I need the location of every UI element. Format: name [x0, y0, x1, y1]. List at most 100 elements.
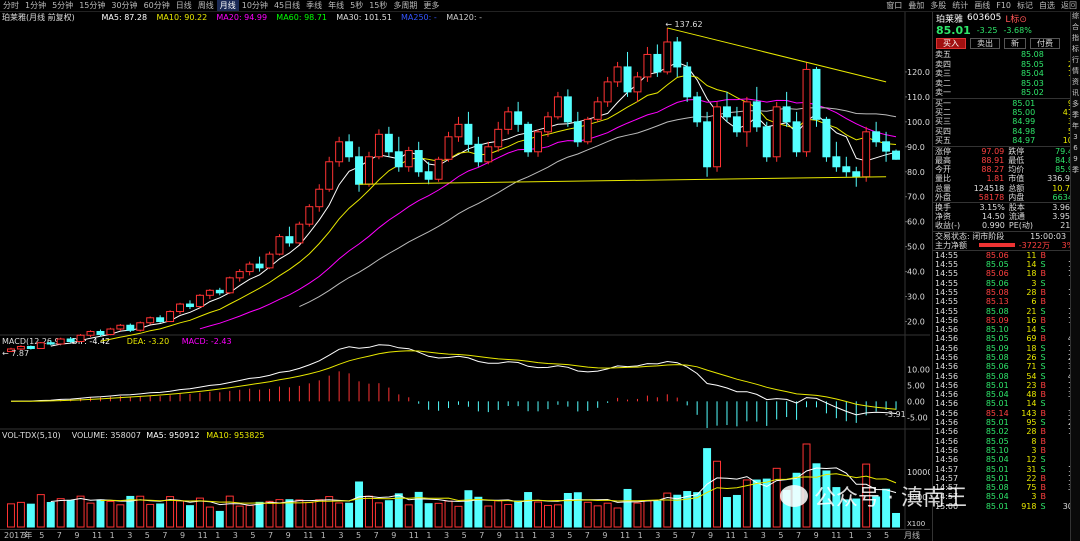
- volume-bar: [534, 501, 543, 528]
- candle-body: [693, 96, 702, 123]
- kline-svg[interactable]: 珀莱雅(月线 前复权) MA5: 87.28 MA10: 90.22 MA20: 94…: [0, 12, 930, 529]
- side-tab-6[interactable]: 资: [1071, 78, 1080, 89]
- toolbar-item-4[interactable]: 画线: [971, 0, 993, 11]
- kline-chart[interactable]: 珀莱雅(月线 前复权) MA5: 87.28 MA10: 90.22 MA20: 94…: [0, 12, 930, 529]
- x-tick-label: 1: [743, 531, 749, 540]
- candle-body: [295, 223, 304, 244]
- vol-legend-item: VOLUME: 358007: [72, 431, 141, 440]
- period-tab-12[interactable]: 年线: [325, 0, 347, 11]
- tick-price: 85.04: [985, 492, 1009, 502]
- period-tab-7[interactable]: 周线: [195, 0, 217, 11]
- side-tab-7[interactable]: 讯: [1071, 89, 1080, 100]
- toolbar-item-3[interactable]: 统计: [949, 0, 971, 11]
- side-tab-11[interactable]: 3: [1071, 133, 1080, 144]
- side-tab-2[interactable]: 指: [1071, 34, 1080, 45]
- stock-code: 603605: [967, 13, 1002, 23]
- x-tick-label: 5: [250, 531, 256, 540]
- volume-bar: [464, 490, 473, 528]
- bid-price: 85.00: [1012, 107, 1036, 117]
- side-tab-0[interactable]: 综: [1071, 12, 1080, 23]
- tick-price: 85.10: [985, 445, 1009, 455]
- side-tab-9[interactable]: 季: [1071, 111, 1080, 122]
- tick-list[interactable]: 14:5585.0611B814:5585.0514S1414:5585.061…: [933, 249, 1080, 511]
- trade-button-0[interactable]: 买入: [936, 38, 966, 49]
- stat-value: 58178: [978, 192, 1005, 202]
- side-tab-1[interactable]: 合: [1071, 23, 1080, 34]
- candle-body: [583, 118, 592, 143]
- period-tab-1[interactable]: 1分钟: [22, 0, 49, 11]
- volume-bar: [106, 500, 115, 528]
- trade-button-2[interactable]: 新: [1004, 38, 1026, 49]
- volume-bar: [136, 495, 145, 528]
- vol-unit-label: X100: [907, 520, 925, 528]
- period-tab-14[interactable]: 15秒: [366, 0, 390, 11]
- volume-bar: [335, 502, 344, 528]
- trade-button-1[interactable]: 卖出: [970, 38, 1000, 49]
- candle-body: [563, 96, 572, 123]
- side-tabs: 综合指标行情资讯多季年369季: [1070, 12, 1080, 541]
- x-tick-label: 3: [866, 531, 872, 540]
- side-tab-10[interactable]: 年: [1071, 122, 1080, 133]
- period-tab-3[interactable]: 15分钟: [76, 0, 108, 11]
- x-tick-label: 11: [303, 531, 314, 540]
- side-tab-4[interactable]: 行: [1071, 56, 1080, 67]
- side-tab-13[interactable]: 9: [1071, 155, 1080, 166]
- period-tab-5[interactable]: 60分钟: [141, 0, 173, 11]
- period-tab-10[interactable]: 45日线: [271, 0, 303, 11]
- candle-body: [653, 53, 662, 73]
- tick-row: 14:5685.0671S32: [933, 362, 1080, 371]
- volume-bar: [563, 492, 572, 528]
- toolbar-item-1[interactable]: 叠加: [905, 0, 927, 11]
- period-tab-2[interactable]: 5分钟: [49, 0, 76, 11]
- candle-body: [66, 338, 75, 342]
- volume-bar: [553, 504, 562, 528]
- tick-price: 85.04: [985, 455, 1009, 465]
- bid-price: 84.99: [1012, 117, 1036, 127]
- period-tab-13[interactable]: 5秒: [347, 0, 366, 11]
- period-tab-6[interactable]: 日线: [173, 0, 195, 11]
- toolbar-item-2[interactable]: 多股: [927, 0, 949, 11]
- toolbar-item-5[interactable]: F10: [993, 1, 1014, 10]
- period-tab-11[interactable]: 季线: [303, 0, 325, 11]
- tick-vol: 54: [1026, 371, 1037, 381]
- stat-label: 最低: [1008, 155, 1025, 165]
- side-tab-5[interactable]: 情: [1071, 67, 1080, 78]
- period-tab-0[interactable]: 分时: [0, 0, 22, 11]
- period-tab-15[interactable]: 多周期: [390, 0, 420, 11]
- stat-label: 总量: [935, 183, 951, 193]
- main-legend-item: MA5: 87.28: [102, 13, 148, 22]
- ask-row: 卖一85.021: [933, 88, 1080, 98]
- tick-vol: 143: [1021, 408, 1037, 418]
- toolbar-item-8[interactable]: 返回: [1058, 0, 1080, 11]
- toolbar-item-0[interactable]: 窗口: [883, 0, 905, 11]
- period-tab-8[interactable]: 月线: [216, 0, 239, 11]
- volume-bar: [355, 481, 364, 528]
- toolbar-item-6[interactable]: 标记: [1014, 0, 1036, 11]
- x-tick-label: 7: [162, 531, 168, 540]
- macd-axis-label: 10.00: [907, 365, 930, 374]
- tick-time: 14:55: [935, 269, 959, 279]
- stat-label: 总额: [1008, 183, 1025, 193]
- side-tab-14[interactable]: 季: [1071, 166, 1080, 177]
- period-tab-16[interactable]: 更多: [420, 0, 442, 11]
- toolbar-item-7[interactable]: 自选: [1036, 0, 1058, 11]
- tick-row: 14:5685.058B5: [933, 437, 1080, 446]
- tick-price: 85.04: [985, 390, 1009, 400]
- candle-body: [166, 311, 175, 323]
- side-tab-3[interactable]: 标: [1071, 45, 1080, 56]
- volume-bar: [603, 502, 612, 528]
- trade-button-3[interactable]: 付费: [1030, 38, 1060, 49]
- volume-bar: [176, 500, 185, 528]
- macd-axis-label: 0.00: [907, 397, 925, 406]
- volume-bar: [225, 495, 234, 528]
- x-tick-label: 11: [408, 531, 419, 540]
- side-tab-8[interactable]: 多: [1071, 100, 1080, 111]
- candle-body: [225, 277, 234, 294]
- tick-vol: 26: [1026, 352, 1037, 362]
- period-tab-4[interactable]: 30分钟: [108, 0, 140, 11]
- tick-side: S: [1040, 306, 1046, 316]
- x-tick-label: 3: [655, 531, 661, 540]
- period-tab-9[interactable]: 10分钟: [239, 0, 271, 11]
- volume-bar: [504, 503, 513, 528]
- side-tab-12[interactable]: 6: [1071, 144, 1080, 155]
